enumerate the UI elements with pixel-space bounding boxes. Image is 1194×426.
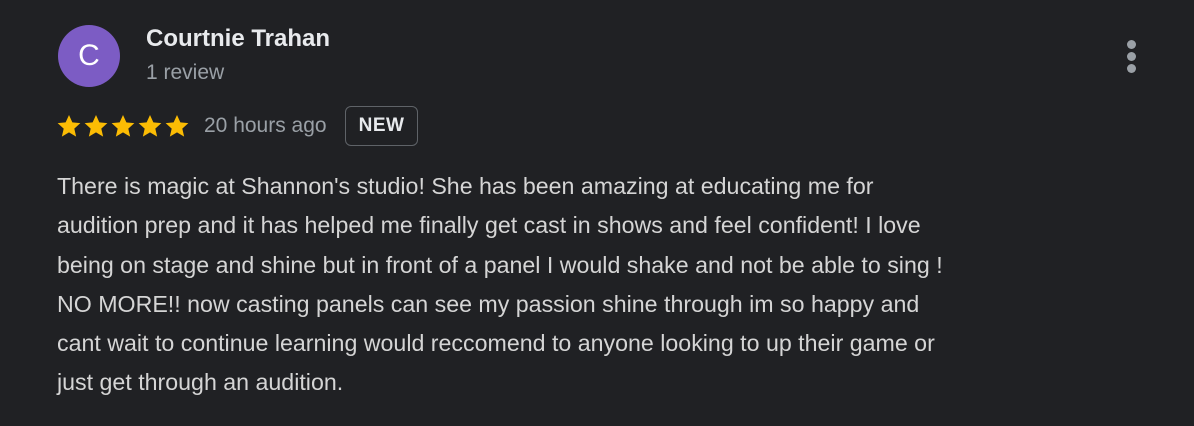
review-time: 20 hours ago xyxy=(204,114,327,137)
review-text-line: cant wait to continue learning would rec… xyxy=(57,330,935,357)
star-icon xyxy=(138,114,162,137)
author-name[interactable]: Courtnie Trahan xyxy=(146,25,330,53)
more-options-button[interactable] xyxy=(1114,36,1150,76)
star-icon xyxy=(57,114,81,137)
review-text-line: There is magic at Shannon's studio! She … xyxy=(57,173,874,199)
review-card: C Courtnie Trahan 1 review 20 hours ago … xyxy=(0,0,1194,426)
review-text-line: being on stage and shine but in front of… xyxy=(57,251,943,278)
star-icon xyxy=(84,114,108,137)
review-meta: 20 hours ago NEW xyxy=(56,105,419,147)
review-count: 1 review xyxy=(146,61,225,84)
star-icon xyxy=(165,114,189,137)
star-icon xyxy=(111,114,135,137)
review-text: There is magic at Shannon's studio! She … xyxy=(57,167,1162,403)
avatar[interactable]: C xyxy=(58,25,120,87)
review-text-line: just get through an audition. xyxy=(57,369,344,396)
review-text-line: NO MORE!! now casting panels can see my … xyxy=(57,290,920,317)
review-text-line: audition prep and it has helped me final… xyxy=(57,212,921,239)
star-rating xyxy=(56,113,190,139)
new-badge: NEW xyxy=(344,106,419,146)
